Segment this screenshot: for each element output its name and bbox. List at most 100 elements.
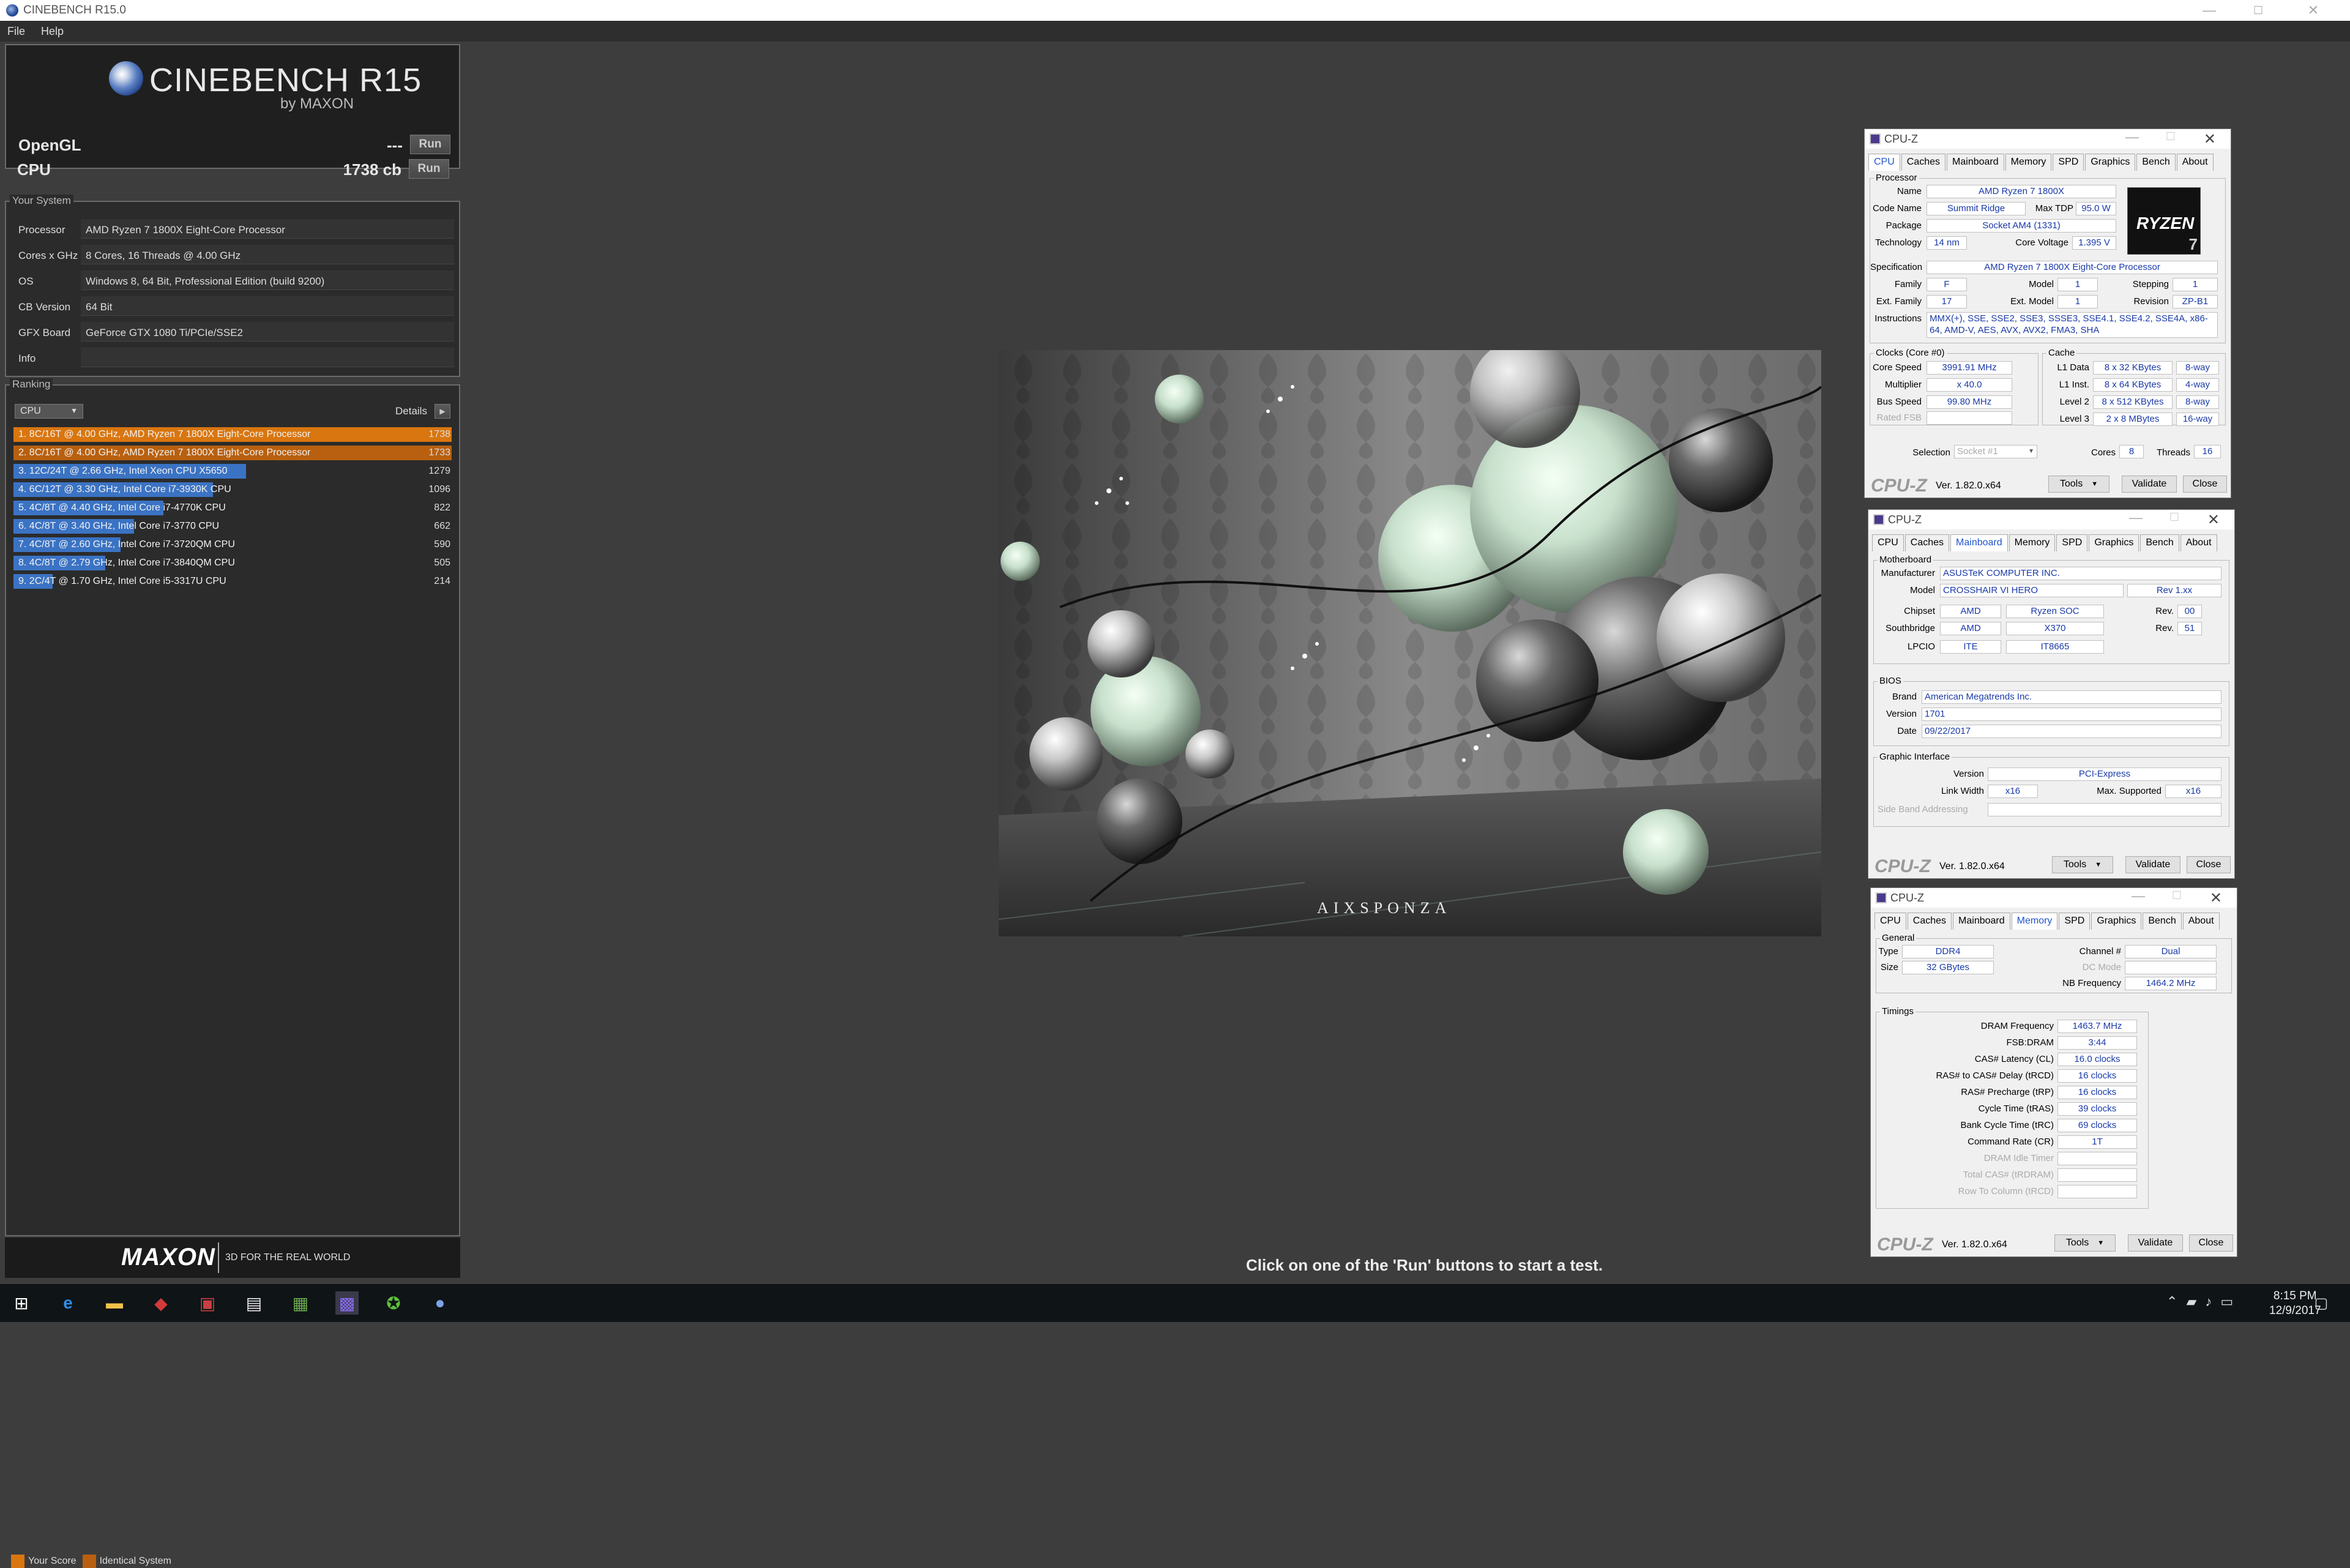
minimize-button[interactable]: — [2125, 129, 2139, 145]
validate-button[interactable]: Validate [2128, 1234, 2183, 1252]
keyboard-icon[interactable]: ▭ [2220, 1294, 2233, 1310]
tools-button[interactable]: Tools ▼ [2048, 476, 2109, 493]
tools-button[interactable]: Tools ▼ [2054, 1234, 2116, 1252]
tab-spd[interactable]: SPD [2056, 534, 2088, 551]
notifications-icon[interactable]: ▢ [2310, 1291, 2333, 1315]
tab-caches[interactable]: Caches [1901, 154, 1946, 171]
tab-mainboard[interactable]: Mainboard [1950, 534, 2008, 551]
tab-graphics[interactable]: Graphics [2089, 534, 2139, 551]
ranking-row[interactable]: 6. 4C/8T @ 3.40 GHz, Intel Core i7-3770 … [13, 519, 453, 535]
validate-button[interactable]: Validate [2125, 856, 2180, 873]
close-icon[interactable]: ✕ [2207, 511, 2220, 529]
ranking-row[interactable]: 2. 8C/16T @ 4.00 GHz, AMD Ryzen 7 1800X … [13, 446, 453, 461]
ranking-row[interactable]: 1. 8C/16T @ 4.00 GHz, AMD Ryzen 7 1800X … [13, 427, 453, 443]
details-toggle-button[interactable]: ▶ [435, 404, 450, 419]
tab-graphics[interactable]: Graphics [2091, 913, 2142, 930]
cinebench-logo-text: CINEBENCH R15 [149, 62, 422, 99]
processor-group: Processor Name AMD Ryzen 7 1800X Code Na… [1870, 173, 2226, 343]
app-green-icon[interactable]: ▦ [289, 1291, 312, 1315]
ranking-row[interactable]: 9. 2C/4T @ 1.70 GHz, Intel Core i5-3317U… [13, 574, 453, 590]
menu-help[interactable]: Help [41, 25, 64, 38]
cpu-run-button[interactable]: Run [409, 159, 449, 179]
graphic-interface-group-title: Graphic Interface [1878, 752, 1952, 762]
close-button[interactable]: ✕ [2295, 0, 2332, 21]
cinebench-taskbar-icon[interactable]: ● [428, 1291, 452, 1315]
taskbar: ⊞ e ▬ ◆ ▣ ▤ ▦ ▩ ✪ ● ⌃ ▰ ♪ ▭ 8:15 PM 12/9… [0, 1284, 2350, 1322]
general-group: General Type DDR4 Channel # Dual Size 32… [1876, 933, 2232, 993]
maximize-button[interactable]: ☐ [2166, 130, 2176, 143]
cpuz-close-button[interactable]: Close [2183, 476, 2227, 493]
tab-memory[interactable]: Memory [2005, 154, 2052, 171]
close-icon[interactable]: ✕ [2204, 130, 2216, 148]
tab-memory[interactable]: Memory [2009, 534, 2056, 551]
maxon-tagline: 3D FOR THE REAL WORLD [225, 1252, 351, 1263]
max-tdp-field: 95.0 W [2076, 202, 2116, 215]
network-icon[interactable]: ▰ [2186, 1294, 2196, 1310]
max-tdp-label: Max TDP [2035, 203, 2073, 214]
tab-spd[interactable]: SPD [2053, 154, 2084, 171]
minimize-button[interactable]: — [2129, 510, 2143, 526]
tools-button[interactable]: Tools ▼ [2052, 856, 2113, 873]
tab-caches[interactable]: Caches [1904, 534, 1950, 551]
tab-cpu[interactable]: CPU [1872, 534, 1904, 551]
minimize-button[interactable]: — [2132, 888, 2145, 904]
timing-label: CAS# Latency (CL) [1974, 1054, 2054, 1064]
tab-bench[interactable]: Bench [2136, 154, 2176, 171]
ranking-row[interactable]: 5. 4C/8T @ 4.40 GHz, Intel Core i7-4770K… [13, 501, 453, 517]
system-row: Info [12, 348, 454, 368]
cpuz-close-button[interactable]: Close [2189, 1234, 2233, 1252]
timing-value-field: 16.0 clocks [2057, 1053, 2137, 1066]
edge-browser-icon[interactable]: e [56, 1291, 80, 1315]
tab-about[interactable]: About [2176, 154, 2214, 171]
cpuz-close-button[interactable]: Close [2187, 856, 2231, 873]
minimize-button[interactable]: — [2191, 0, 2228, 21]
menu-file[interactable]: File [7, 25, 25, 38]
tray-chevron-up-icon[interactable]: ⌃ [2166, 1294, 2177, 1310]
tab-caches[interactable]: Caches [1907, 913, 1952, 930]
maximize-button[interactable]: ☐ [2240, 0, 2277, 21]
tab-about[interactable]: About [2180, 534, 2217, 551]
tab-bench[interactable]: Bench [2140, 534, 2179, 551]
close-icon[interactable]: ✕ [2210, 889, 2222, 907]
bios-brand-label: Brand [1892, 692, 1917, 702]
tab-spd[interactable]: SPD [2059, 913, 2091, 930]
maximize-button[interactable]: ☐ [2169, 511, 2179, 524]
maxon-divider [218, 1242, 219, 1273]
ranking-row[interactable]: 4. 6C/12T @ 3.30 GHz, Intel Core i7-3930… [13, 482, 453, 498]
type-label: Type [1878, 946, 1898, 957]
maximize-button[interactable]: ☐ [2172, 889, 2182, 902]
ranking-row[interactable]: 3. 12C/24T @ 2.66 GHz, Intel Xeon CPU X5… [13, 464, 453, 480]
legend-your-score: Your Score [28, 1556, 76, 1566]
validate-button[interactable]: Validate [2122, 476, 2177, 493]
tab-about[interactable]: About [2182, 913, 2220, 930]
system-row-value [81, 348, 454, 367]
file-explorer-icon[interactable]: ▬ [103, 1291, 126, 1315]
timing-value-field: 1463.7 MHz [2057, 1020, 2137, 1033]
ranking-row[interactable]: 8. 4C/8T @ 2.79 GHz, Intel Core i7-3840Q… [13, 556, 453, 572]
ranking-filter-value: CPU [20, 406, 41, 416]
tab-mainboard[interactable]: Mainboard [1953, 913, 2010, 930]
socket-selector[interactable]: Socket #1 ▼ [1954, 445, 2037, 458]
system-row-key: CB Version [18, 301, 71, 313]
ranking-filter-dropdown[interactable]: CPU ▼ [15, 404, 83, 419]
tab-graphics[interactable]: Graphics [2085, 154, 2136, 171]
tab-bench[interactable]: Bench [2143, 913, 2182, 930]
opengl-run-button[interactable]: Run [410, 135, 450, 154]
ranking-row[interactable]: 7. 4C/8T @ 2.60 GHz, Intel Core i7-3720Q… [13, 537, 453, 553]
tab-cpu[interactable]: CPU [1868, 154, 1900, 171]
cores-label: Cores [2091, 447, 2116, 458]
start-button[interactable]: ⊞ [10, 1291, 33, 1315]
tab-mainboard[interactable]: Mainboard [1947, 154, 2004, 171]
tab-cpu[interactable]: CPU [1874, 913, 1906, 930]
app-red-icon[interactable]: ◆ [149, 1291, 173, 1315]
app-xbox-icon[interactable]: ✪ [382, 1291, 405, 1315]
volume-icon[interactable]: ♪ [2205, 1294, 2212, 1310]
core-voltage-field: 1.395 V [2072, 236, 2116, 250]
tab-memory[interactable]: Memory [2011, 913, 2058, 930]
bus-speed-field: 99.80 MHz [1927, 395, 2012, 409]
app-document-icon[interactable]: ▤ [242, 1291, 266, 1315]
cpuz-taskbar-icon[interactable]: ▩ [335, 1291, 359, 1315]
channel-field: Dual [2125, 945, 2217, 958]
cpuz-titlebar: CPU-Z — ☐ ✕ [1871, 888, 2237, 908]
app-media-icon[interactable]: ▣ [196, 1291, 219, 1315]
